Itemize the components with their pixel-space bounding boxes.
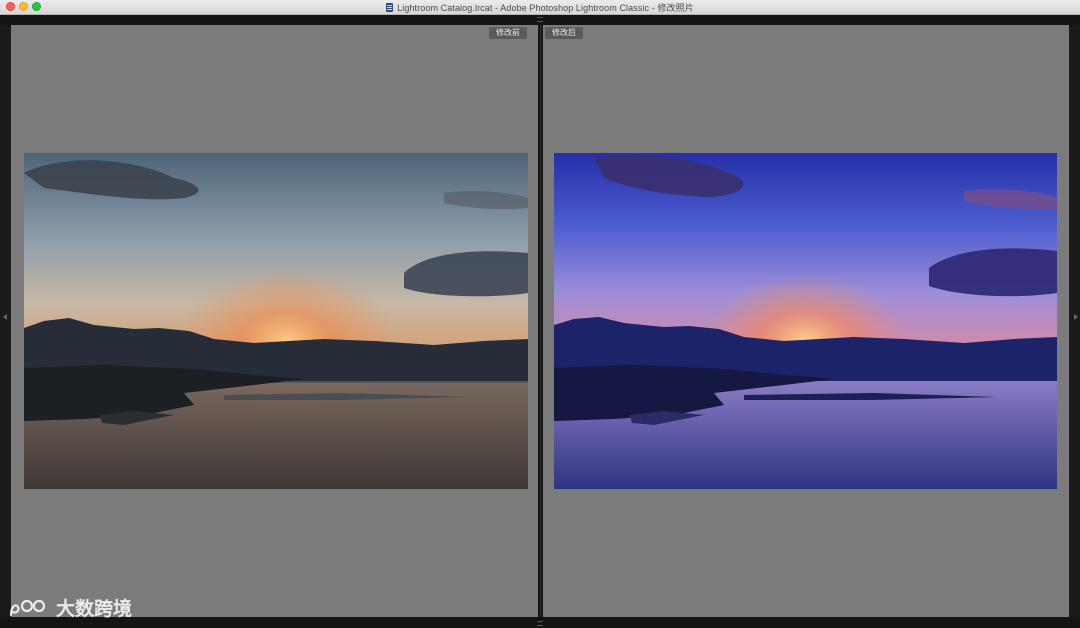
- watermark-text: 大数跨境: [56, 599, 133, 620]
- window-title-group: Lightroom Catalog.lrcat - Adobe Photosho…: [0, 0, 1080, 14]
- after-photo: [554, 153, 1057, 489]
- before-label: 修改前: [489, 27, 527, 39]
- window-title: Lightroom Catalog.lrcat - Adobe Photosho…: [397, 2, 694, 13]
- watermark: 大数跨境: [8, 594, 132, 621]
- document-icon: [386, 2, 394, 12]
- before-photo-image: [24, 153, 528, 489]
- after-label: 修改后: [545, 27, 583, 39]
- before-photo: [24, 153, 528, 489]
- bottom-panel-toggle-handle[interactable]: [537, 621, 543, 626]
- right-panel-toggle-arrow[interactable]: [1074, 314, 1078, 320]
- watermark-logo-icon: [9, 599, 46, 616]
- window-titlebar: Lightroom Catalog.lrcat - Adobe Photosho…: [0, 0, 1080, 15]
- left-panel-toggle-arrow[interactable]: [3, 314, 7, 320]
- top-panel-toggle-handle[interactable]: [537, 17, 543, 22]
- after-photo-image: [554, 153, 1057, 489]
